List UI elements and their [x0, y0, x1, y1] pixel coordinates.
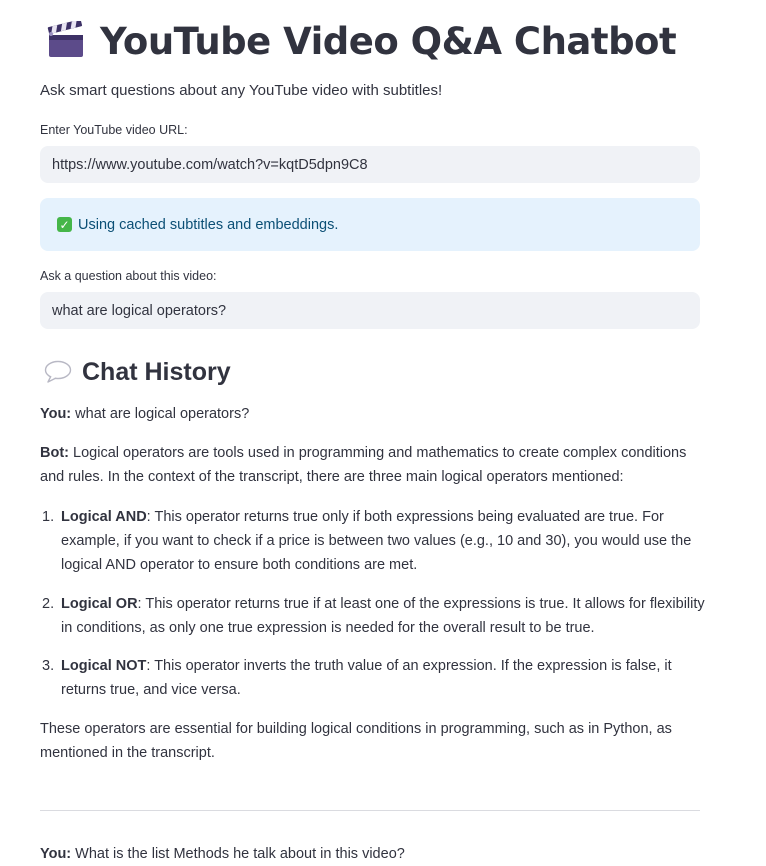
- page-subtitle: Ask smart questions about any YouTube vi…: [40, 82, 443, 99]
- list-number: 1.: [42, 509, 55, 525]
- bot-message-outro: These operators are essential for buildi…: [40, 721, 672, 761]
- list-text: : This operator inverts the truth value …: [61, 658, 672, 698]
- clapperboard-icon: [46, 19, 86, 61]
- bot-message-intro: Bot: Logical operators are tools used in…: [40, 441, 705, 489]
- user-question-text: What is the list Methods he talk about i…: [71, 846, 405, 862]
- url-input[interactable]: [40, 146, 700, 183]
- list-term: Logical NOT: [61, 658, 147, 674]
- question-input[interactable]: [40, 292, 700, 329]
- chat-history-heading: Chat History: [44, 352, 231, 392]
- bot-label: Bot:: [40, 445, 69, 461]
- success-alert: ✓ Using cached subtitles and embeddings.: [40, 198, 700, 251]
- url-field-label: Enter YouTube video URL:: [40, 123, 188, 137]
- user-message: You: what are logical operators?: [40, 402, 705, 426]
- list-text: : This operator returns true if at least…: [61, 596, 705, 636]
- user-message: You: What is the list Methods he talk ab…: [40, 842, 705, 866]
- list-number: 3.: [42, 658, 55, 674]
- speech-balloon-icon: [44, 360, 72, 384]
- list-item: 2. Logical OR: This operator returns tru…: [40, 592, 705, 640]
- list-text: : This operator returns true only if bot…: [61, 509, 692, 573]
- list-number: 2.: [42, 596, 55, 612]
- alert-message: Using cached subtitles and embeddings.: [78, 216, 339, 233]
- list-item: 3. Logical NOT: This operator inverts th…: [40, 654, 705, 702]
- bot-intro-text: Logical operators are tools used in prog…: [40, 445, 687, 485]
- page-title: YouTube Video Q&A Chatbot: [100, 19, 677, 63]
- chat-history-title: Chat History: [82, 357, 231, 386]
- check-mark-button-icon: ✓: [57, 217, 72, 232]
- list-item: 1. Logical AND: This operator returns tr…: [40, 505, 705, 577]
- page-header: YouTube Video Q&A Chatbot: [46, 14, 677, 68]
- user-question-text: what are logical operators?: [71, 406, 250, 422]
- you-label: You:: [40, 846, 72, 862]
- chat-divider: [40, 810, 700, 811]
- question-field-label: Ask a question about this video:: [40, 269, 217, 283]
- list-term: Logical AND: [61, 509, 147, 525]
- list-term: Logical OR: [61, 596, 138, 612]
- you-label: You:: [40, 406, 72, 422]
